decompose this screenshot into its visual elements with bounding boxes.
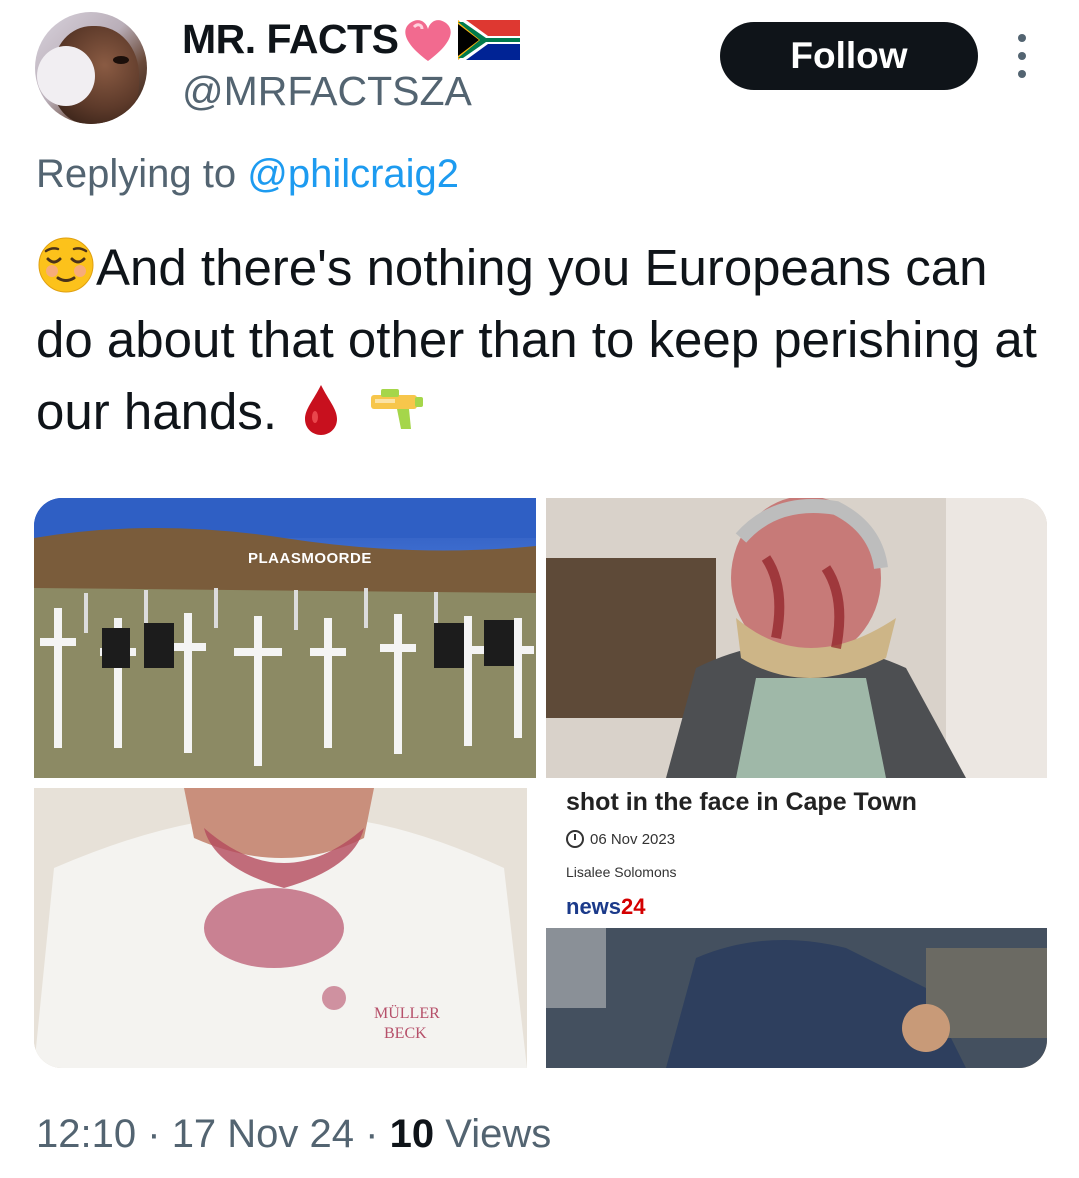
svg-text:BECK: BECK <box>384 1025 427 1042</box>
news-date: 06 Nov 2023 <box>590 830 676 848</box>
author-name[interactable]: MR. FACTS <box>182 16 399 63</box>
news-date-row: 06 Nov 2023 <box>566 830 675 848</box>
more-options-icon[interactable] <box>1010 34 1034 78</box>
heart-emoji-icon <box>405 19 452 61</box>
news-logo-number: 24 <box>621 894 646 919</box>
tweet-text: And there's nothing you Europeans can do… <box>36 232 1046 448</box>
views-count: 10 <box>389 1112 435 1156</box>
news-headline: shot in the face in Cape Town <box>566 788 917 816</box>
avatar-mask <box>37 46 95 106</box>
more-dot <box>1018 34 1026 42</box>
author-handle[interactable]: @MRFACTSZA <box>182 68 472 115</box>
news-author: Lisalee Solomons <box>566 864 677 880</box>
reply-prefix: Replying to <box>36 152 248 196</box>
avatar-eye <box>113 56 129 64</box>
news-card[interactable]: shot in the face in Cape Town 06 Nov 202… <box>546 788 1047 1068</box>
views-label: Views <box>445 1112 552 1156</box>
more-dot <box>1018 70 1026 78</box>
relieved-face-emoji-icon <box>38 237 94 293</box>
meta-separator: · <box>147 1112 161 1156</box>
crosses-illustration <box>34 498 536 778</box>
media-grid[interactable]: PLAASMOORDE MÜLLER BECK shot in the face… <box>34 498 1047 1068</box>
sign-text: PLAASMOORDE <box>248 550 372 567</box>
clock-icon <box>566 830 584 848</box>
tweet-body: And there's nothing you Europeans can do… <box>36 239 1037 440</box>
more-dot <box>1018 52 1026 60</box>
reply-context: Replying to @philcraig2 <box>36 152 459 197</box>
follow-button[interactable]: Follow <box>720 22 978 90</box>
media-photo-bloodied-shirt[interactable]: MÜLLER BECK <box>34 788 527 1068</box>
media-photo-injured-woman[interactable] <box>546 498 1047 778</box>
tweet-date[interactable]: 17 Nov 24 <box>172 1112 354 1156</box>
svg-text:MÜLLER: MÜLLER <box>374 1004 440 1022</box>
south-africa-flag-icon <box>458 19 521 60</box>
tweet-time[interactable]: 12:10 <box>36 1112 136 1156</box>
media-photo-crosses[interactable]: PLAASMOORDE <box>34 498 536 778</box>
tweet-meta: 12:10 · 17 Nov 24 · 10 Views <box>36 1112 551 1157</box>
meta-separator: · <box>365 1112 379 1156</box>
water-pistol-emoji-icon <box>371 389 424 429</box>
blood-drop-emoji-icon <box>305 385 338 435</box>
author-name-row[interactable]: MR. FACTS <box>182 16 521 63</box>
reply-mention-link[interactable]: @philcraig2 <box>247 152 459 196</box>
news-logo: news24 <box>566 894 646 920</box>
injured-woman-illustration <box>546 498 1047 778</box>
news-photo <box>546 928 1047 1068</box>
news-logo-text: news <box>566 894 622 919</box>
author-avatar[interactable] <box>35 12 147 124</box>
bloodied-shirt-illustration: MÜLLER BECK <box>34 788 527 1068</box>
scene-illustration <box>546 928 1047 1068</box>
